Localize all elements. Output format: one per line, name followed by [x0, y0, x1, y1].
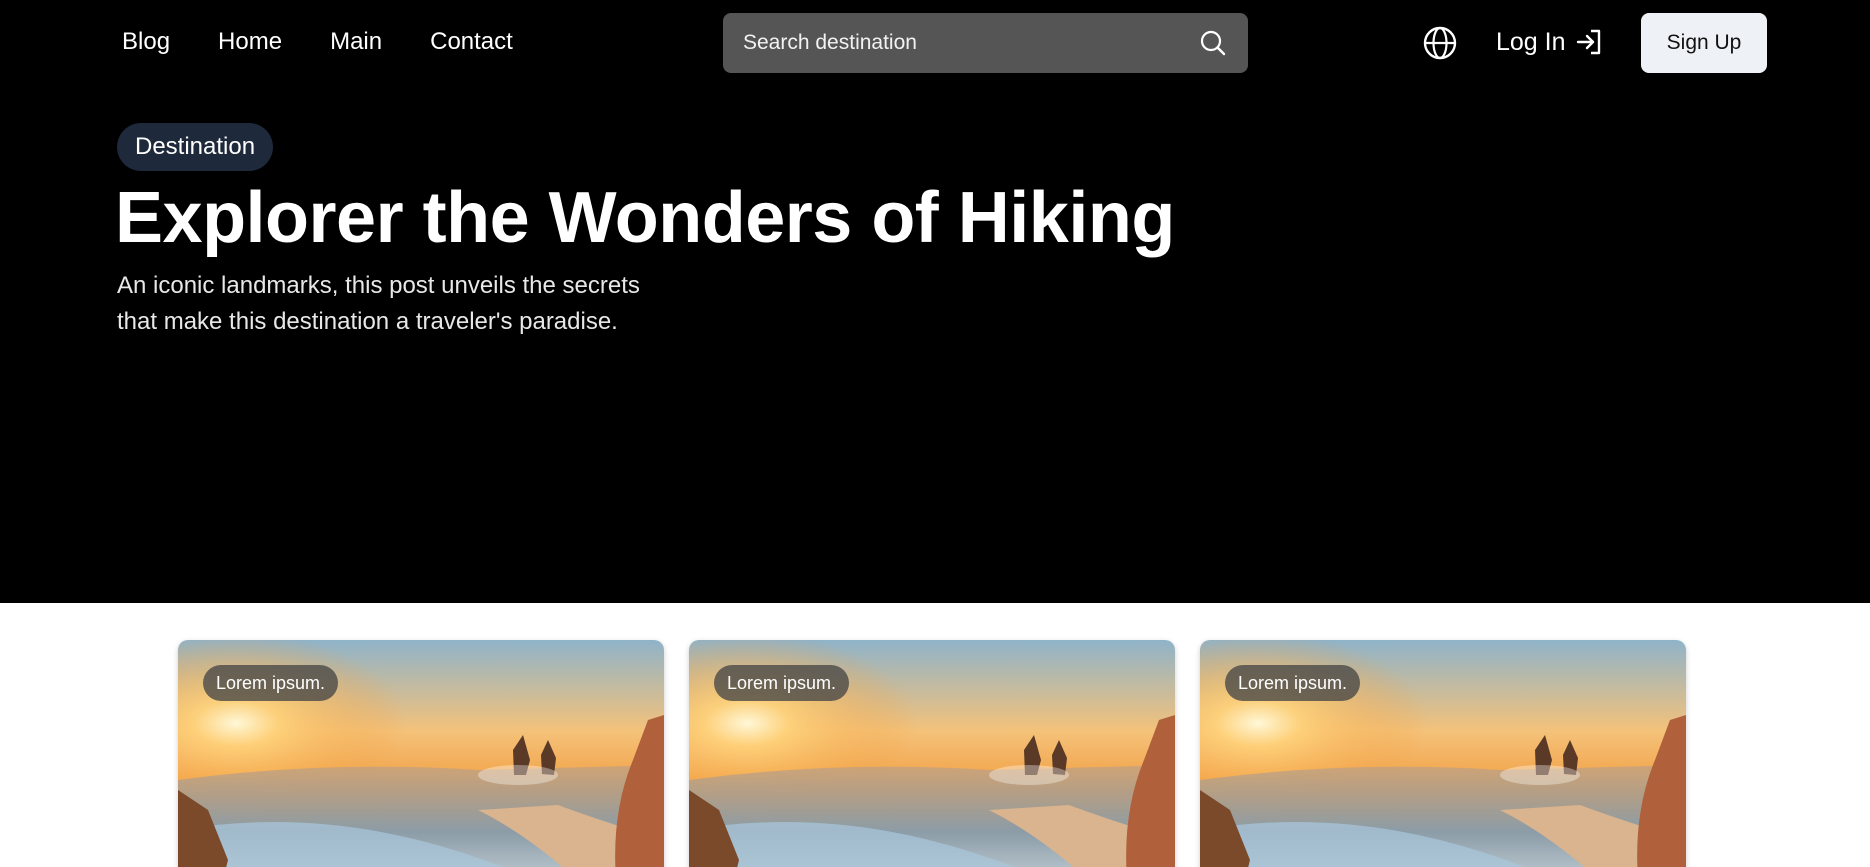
hero-description-line: that make this destination a traveler's … [117, 308, 618, 335]
hero-section: Blog Home Main Contact Log In [0, 0, 1870, 603]
globe-icon[interactable] [1422, 25, 1458, 61]
login-arrow-icon [1574, 27, 1604, 57]
nav-link-blog[interactable]: Blog [122, 24, 170, 60]
destination-card[interactable]: Lorem ipsum. [178, 640, 664, 867]
card-list: Lorem ipsum. Lorem ipsum. Lorem ipsum. [178, 640, 1686, 867]
destination-card[interactable]: Lorem ipsum. [689, 640, 1175, 867]
nav-link-main[interactable]: Main [330, 24, 382, 60]
card-tag: Lorem ipsum. [1225, 665, 1361, 701]
card-tag: Lorem ipsum. [203, 665, 339, 701]
nav-link-home[interactable]: Home [218, 24, 282, 60]
hero-description: An iconic landmarks, this post unveils t… [117, 268, 737, 340]
card-tag: Lorem ipsum. [714, 665, 850, 701]
main-nav: Blog Home Main Contact [122, 24, 561, 60]
login-button[interactable]: Log In [1496, 24, 1604, 60]
login-label: Log In [1496, 28, 1566, 56]
destination-card[interactable]: Lorem ipsum. [1200, 640, 1686, 867]
search-input[interactable] [743, 31, 1198, 55]
category-badge: Destination [117, 123, 274, 171]
search-bar [723, 13, 1248, 73]
search-icon[interactable] [1198, 28, 1228, 58]
hero-description-line: An iconic landmarks, this post unveils t… [117, 272, 640, 299]
page-title: Explorer the Wonders of Hiking [115, 178, 1175, 258]
sign-up-button[interactable]: Sign Up [1641, 13, 1767, 73]
nav-link-contact[interactable]: Contact [430, 24, 513, 60]
